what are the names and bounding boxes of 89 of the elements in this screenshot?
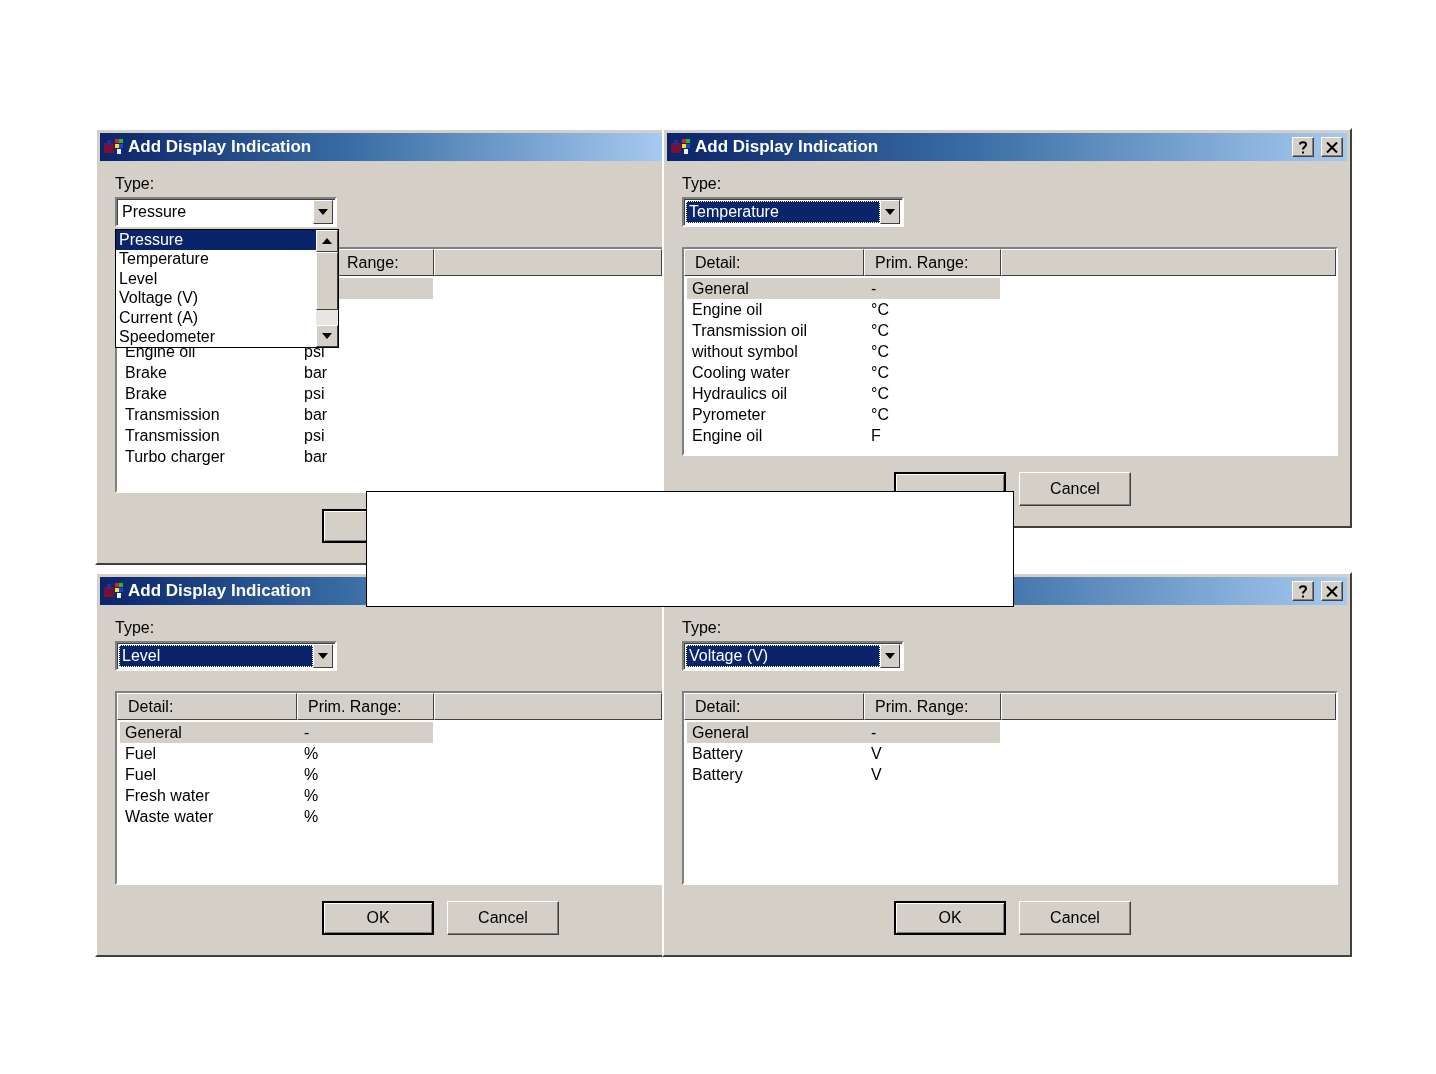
range-cell-text: % bbox=[303, 744, 320, 763]
type-dropdown[interactable]: Level bbox=[115, 641, 337, 671]
help-button[interactable] bbox=[1292, 581, 1314, 601]
range-cell-text: V bbox=[870, 765, 883, 784]
range-cell-text: psi bbox=[303, 384, 326, 403]
selected-row-highlight[interactable]: General - bbox=[687, 278, 1000, 299]
help-icon bbox=[1299, 584, 1307, 598]
detail-cell-text: Engine oil bbox=[691, 300, 764, 319]
window-title: Add Display Indication bbox=[128, 581, 312, 601]
dropdown-button[interactable] bbox=[313, 644, 333, 668]
selected-row-highlight[interactable]: General - bbox=[687, 722, 1000, 743]
detail-cell-text: Pyrometer bbox=[691, 405, 767, 424]
detail-cell-text: Fuel bbox=[124, 744, 158, 763]
dialog-button[interactable]: Cancel bbox=[1019, 472, 1131, 506]
detail-cell-text: Engine oil bbox=[691, 426, 764, 445]
scroll-up-icon bbox=[322, 238, 332, 244]
type-label: Type: bbox=[682, 175, 722, 194]
caret-down-icon bbox=[318, 653, 328, 659]
type-dropdown[interactable]: Voltage (V) bbox=[682, 641, 904, 671]
range-cell-text: - bbox=[870, 723, 878, 742]
range-cell-text: °C bbox=[870, 384, 890, 403]
detail-cell-text: Brake bbox=[124, 384, 168, 403]
range-cell-text: °C bbox=[870, 363, 890, 382]
range-cell-text: °C bbox=[870, 405, 890, 424]
detail-cell-text: Transmission bbox=[124, 405, 221, 424]
range-cell-text: % bbox=[303, 786, 320, 805]
app-icon bbox=[104, 582, 124, 600]
detail-cell-text: Battery bbox=[691, 765, 744, 784]
selected-row-highlight[interactable]: General - bbox=[120, 722, 433, 743]
range-cell-text: V bbox=[870, 744, 883, 763]
range-cell-text: - bbox=[870, 279, 878, 298]
caret-down-icon bbox=[322, 333, 332, 339]
type-dropdown[interactable]: Temperature bbox=[682, 197, 904, 227]
type-label: Type: bbox=[682, 619, 722, 638]
detail-cell-text: Hydraulics oil bbox=[691, 384, 789, 403]
caret-down-icon bbox=[885, 653, 895, 659]
detail-cell-text: without symbol bbox=[691, 342, 799, 361]
detail-cell-text: Cooling water bbox=[691, 363, 791, 382]
range-cell-text: - bbox=[303, 723, 311, 742]
app-icon bbox=[104, 138, 124, 156]
caret-down-icon bbox=[318, 209, 328, 215]
range-cell-text: bar bbox=[303, 405, 329, 424]
dropdown-option[interactable]: Pressure bbox=[116, 230, 316, 250]
detail-cell-text: Transmission oil bbox=[691, 321, 808, 340]
range-cell-text: % bbox=[303, 807, 320, 826]
detail-cell-text: Transmission bbox=[124, 426, 221, 445]
range-cell-text: % bbox=[303, 765, 320, 784]
dialog-button[interactable]: OK bbox=[894, 901, 1006, 935]
close-icon bbox=[1326, 585, 1338, 597]
range-cell-text: bar bbox=[303, 447, 329, 466]
range-cell-text: bar bbox=[303, 363, 329, 382]
range-cell-text: psi bbox=[303, 426, 326, 445]
dialog-button[interactable]: Cancel bbox=[447, 901, 559, 935]
window-title: Add Display Indication bbox=[695, 137, 879, 157]
type-label: Type: bbox=[115, 175, 155, 194]
detail-cell-text: Fresh water bbox=[124, 786, 211, 805]
detail-cell-text: Battery bbox=[691, 744, 744, 763]
dropdown-button[interactable] bbox=[313, 200, 333, 224]
detail-cell-text: Waste water bbox=[124, 807, 215, 826]
detail-cell-text: Brake bbox=[124, 363, 168, 382]
range-cell-text: °C bbox=[870, 321, 890, 340]
range-cell-text: F bbox=[870, 426, 882, 445]
type-label: Type: bbox=[115, 619, 155, 638]
scrollbar[interactable] bbox=[316, 230, 338, 347]
detail-cell-text: General bbox=[691, 723, 750, 742]
column-header[interactable]: Prim. Range: bbox=[297, 693, 434, 720]
dialog-button[interactable]: OK bbox=[322, 901, 434, 935]
dropdown-button[interactable] bbox=[880, 644, 900, 668]
detail-cell-text: Fuel bbox=[124, 765, 158, 784]
detail-cell-text: General bbox=[691, 279, 750, 298]
help-button[interactable] bbox=[1292, 137, 1314, 157]
caret-down-icon bbox=[885, 209, 895, 215]
help-icon bbox=[1299, 140, 1307, 154]
app-icon bbox=[671, 138, 691, 156]
window-title: Add Display Indication bbox=[128, 137, 312, 157]
dialog-button[interactable]: Cancel bbox=[1019, 901, 1131, 935]
close-button[interactable] bbox=[1321, 581, 1343, 601]
column-header[interactable]: Prim. Range: bbox=[864, 249, 1001, 276]
column-header[interactable]: Detail: bbox=[117, 693, 297, 720]
range-cell-text: °C bbox=[870, 342, 890, 361]
close-icon bbox=[1326, 141, 1338, 153]
detail-cell-text: Turbo charger bbox=[124, 447, 226, 466]
dropdown-button[interactable] bbox=[880, 200, 900, 224]
column-header[interactable]: Prim. Range: bbox=[864, 693, 1001, 720]
close-button[interactable] bbox=[1321, 137, 1343, 157]
range-cell-text: °C bbox=[870, 300, 890, 319]
detail-cell-text: General bbox=[124, 723, 183, 742]
column-header[interactable]: Detail: bbox=[684, 693, 864, 720]
column-header[interactable]: Detail: bbox=[684, 249, 864, 276]
